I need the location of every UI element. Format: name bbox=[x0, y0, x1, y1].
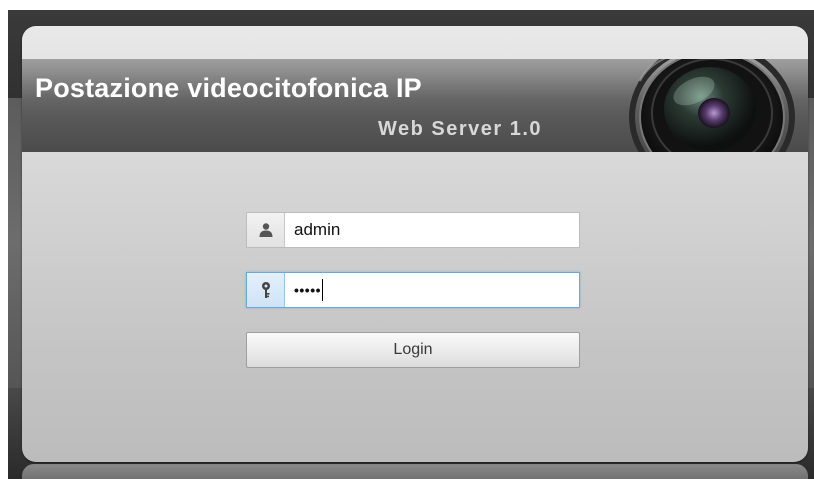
footer-strip bbox=[22, 464, 808, 479]
login-page: Postazione videocitofonica IP Web Server… bbox=[0, 0, 814, 479]
text-caret bbox=[322, 279, 324, 301]
camera-lens-icon bbox=[629, 59, 795, 152]
app-title: Postazione videocitofonica IP bbox=[35, 73, 422, 103]
user-icon bbox=[247, 213, 285, 247]
password-input[interactable]: ••••• bbox=[285, 273, 579, 307]
login-button[interactable]: Login bbox=[246, 332, 580, 368]
username-field[interactable]: admin bbox=[246, 212, 580, 248]
header-banner: Postazione videocitofonica IP Web Server… bbox=[22, 59, 808, 152]
app-subtitle: Web Server 1.0 bbox=[378, 118, 543, 140]
password-field[interactable]: ••••• bbox=[246, 272, 580, 308]
password-masked-text: ••••• bbox=[294, 282, 322, 298]
login-form: admin ••••• Login bbox=[246, 212, 582, 368]
username-input[interactable]: admin bbox=[285, 213, 579, 247]
key-icon bbox=[247, 273, 285, 307]
login-panel: Postazione videocitofonica IP Web Server… bbox=[22, 26, 808, 462]
